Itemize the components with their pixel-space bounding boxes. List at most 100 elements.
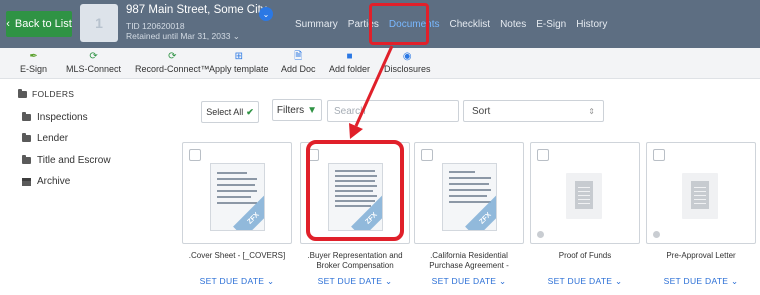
folders-heading-label: FOLDERS bbox=[32, 89, 75, 99]
sort-select[interactable]: Sort ⇕ bbox=[463, 100, 604, 122]
tab-history[interactable]: History bbox=[571, 19, 612, 30]
document-title[interactable]: .Cover Sheet - [_COVERS] bbox=[178, 251, 296, 261]
status-dot bbox=[653, 231, 660, 238]
folder-title-and-escrow[interactable]: Title and Escrow bbox=[22, 155, 111, 166]
folder-label: Archive bbox=[37, 176, 71, 187]
chevron-down-icon: ⌄ bbox=[384, 276, 393, 286]
set-due-date-link[interactable]: SET DUE DATE ⌄ bbox=[178, 276, 296, 287]
shield-icon: ◉ bbox=[402, 51, 412, 62]
select-all-button[interactable]: Select All ✔ bbox=[201, 101, 259, 123]
document-title-line: .Buyer Representation and bbox=[307, 251, 403, 260]
sort-arrows-icon: ⇕ bbox=[588, 106, 595, 116]
document-card-highlight bbox=[306, 140, 404, 241]
record-connect-button[interactable]: ⟳ Record-Connect™ bbox=[135, 51, 210, 74]
folder-label: Lender bbox=[37, 133, 69, 144]
mls-connect-icon: ⟳ bbox=[89, 51, 98, 62]
tab-checklist[interactable]: Checklist bbox=[445, 19, 496, 30]
add-folder-icon: ■ bbox=[346, 51, 353, 62]
document-card[interactable]: ZFX bbox=[182, 142, 292, 244]
document-checkbox[interactable] bbox=[189, 149, 201, 161]
folder-label: Inspections bbox=[37, 112, 88, 123]
set-due-date-link[interactable]: SET DUE DATE ⌄ bbox=[410, 276, 528, 287]
toolbar: ✒ E-Sign ⟳ MLS-Connect ⟳ Record-Connect™… bbox=[0, 48, 760, 79]
add-folder-label: Add folder bbox=[329, 64, 371, 74]
chevron-down-icon: ⌄ bbox=[614, 276, 623, 286]
folder-lender[interactable]: Lender bbox=[22, 133, 68, 144]
set-due-date-label: SET DUE DATE bbox=[199, 276, 265, 286]
document-checkbox[interactable] bbox=[421, 149, 433, 161]
back-to-list-label: Back to List bbox=[14, 18, 72, 30]
folder-icon bbox=[22, 133, 31, 142]
folder-archive[interactable]: Archive bbox=[22, 176, 70, 187]
main-nav: Summary Parties Documents Checklist Note… bbox=[290, 19, 612, 30]
checkmark-icon: ✔ bbox=[246, 106, 254, 117]
apply-template-button[interactable]: ⊞ Apply template bbox=[209, 51, 269, 74]
document-title-line: Purchase Agreement - bbox=[429, 261, 509, 270]
transaction-address: 987 Main Street, Some City bbox=[126, 4, 267, 16]
folder-icon bbox=[22, 155, 31, 164]
add-doc-button[interactable]: 🗎 Add Doc bbox=[281, 51, 316, 74]
add-document-icon: 🗎 bbox=[294, 51, 303, 62]
set-due-date-link[interactable]: SET DUE DATE ⌄ bbox=[642, 276, 760, 287]
filters-button[interactable]: Filters ▼ bbox=[272, 99, 322, 121]
folder-label: Title and Escrow bbox=[37, 155, 111, 166]
document-title[interactable]: Proof of Funds bbox=[526, 251, 644, 261]
filters-label: Filters bbox=[276, 104, 305, 116]
document-title-line: .California Residential bbox=[430, 251, 508, 260]
document-thumbnail: ZFX bbox=[210, 163, 265, 231]
chevron-left-icon: ‹ bbox=[6, 18, 10, 30]
e-sign-tool-button[interactable]: ✒ E-Sign bbox=[20, 51, 47, 74]
retention-date[interactable]: Retained until Mar 31, 2033 ⌄ bbox=[126, 31, 240, 42]
document-title-line: Proof of Funds bbox=[558, 251, 612, 260]
transaction-id: TID 120620018 bbox=[126, 21, 185, 31]
folder-icon bbox=[18, 88, 27, 98]
generic-document-icon bbox=[566, 173, 602, 219]
set-due-date-label: SET DUE DATE bbox=[431, 276, 497, 286]
set-due-date-label: SET DUE DATE bbox=[317, 276, 383, 286]
status-dot bbox=[537, 231, 544, 238]
tab-notes[interactable]: Notes bbox=[495, 19, 531, 30]
document-card[interactable] bbox=[530, 142, 640, 244]
select-all-label: Select All bbox=[206, 107, 244, 117]
archive-icon bbox=[22, 177, 31, 186]
document-title[interactable]: Pre-Approval Letter bbox=[642, 251, 760, 261]
tab-e-sign[interactable]: E-Sign bbox=[531, 19, 571, 30]
pen-icon: ✒ bbox=[29, 51, 38, 62]
set-due-date-link[interactable]: SET DUE DATE ⌄ bbox=[526, 276, 644, 287]
chevron-down-icon: ⌄ bbox=[266, 276, 275, 286]
document-card[interactable]: ZFX bbox=[414, 142, 524, 244]
document-thumbnail: ZFX bbox=[442, 163, 497, 231]
set-due-date-label: SET DUE DATE bbox=[547, 276, 613, 286]
set-due-date-link[interactable]: SET DUE DATE ⌄ bbox=[296, 276, 414, 287]
tab-summary[interactable]: Summary bbox=[290, 19, 343, 30]
document-title[interactable]: .California Residential Purchase Agreeme… bbox=[410, 251, 528, 271]
record-connect-icon: ⟳ bbox=[168, 51, 177, 62]
e-sign-tool-label: E-Sign bbox=[20, 64, 48, 74]
document-card[interactable] bbox=[646, 142, 756, 244]
disclosures-button[interactable]: ◉ Disclosures bbox=[384, 51, 431, 74]
apply-template-label: Apply template bbox=[209, 64, 269, 74]
record-connect-label: Record-Connect™ bbox=[135, 64, 210, 74]
add-doc-label: Add Doc bbox=[281, 64, 316, 74]
set-due-date-label: SET DUE DATE bbox=[663, 276, 729, 286]
mls-connect-button[interactable]: ⟳ MLS-Connect bbox=[66, 51, 121, 74]
mls-connect-label: MLS-Connect bbox=[66, 64, 122, 74]
document-checkbox[interactable] bbox=[537, 149, 549, 161]
search-input[interactable]: Search bbox=[327, 100, 459, 122]
folder-inspections[interactable]: Inspections bbox=[22, 112, 88, 123]
template-grid-icon: ⊞ bbox=[234, 51, 243, 62]
document-title-line: Broker Compensation bbox=[316, 261, 394, 270]
add-folder-button[interactable]: ■ Add folder bbox=[329, 51, 370, 74]
folder-icon bbox=[22, 112, 31, 121]
document-title[interactable]: .Buyer Representation and Broker Compens… bbox=[296, 251, 414, 271]
disclosures-label: Disclosures bbox=[384, 64, 431, 74]
funnel-icon: ▼ bbox=[307, 104, 318, 116]
folders-heading: FOLDERS bbox=[18, 88, 75, 99]
chevron-down-icon: ⌄ bbox=[730, 276, 739, 286]
generic-document-icon bbox=[682, 173, 718, 219]
document-title-line: .Cover Sheet - [_COVERS] bbox=[188, 251, 286, 260]
documents-tab-highlight bbox=[369, 3, 429, 45]
back-to-list-button[interactable]: ‹ Back to List bbox=[6, 11, 72, 37]
document-checkbox[interactable] bbox=[653, 149, 665, 161]
chevron-down-icon[interactable]: ⌄ bbox=[259, 7, 273, 21]
